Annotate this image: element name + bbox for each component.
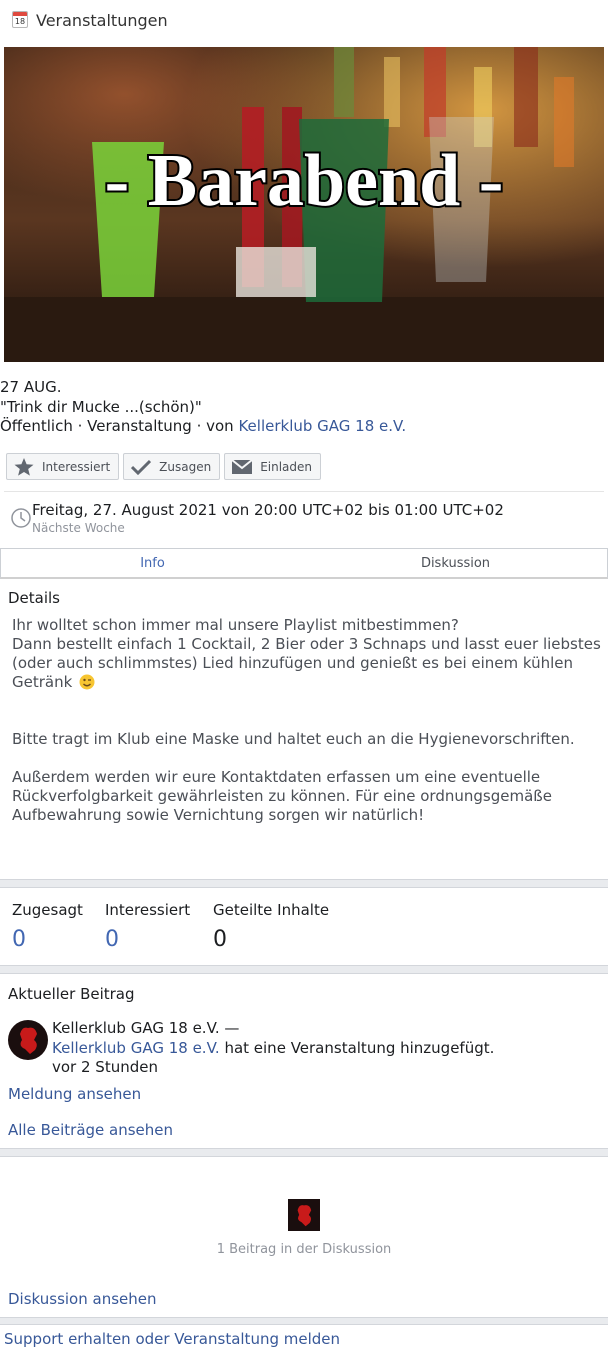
interested-button[interactable]: Interessiert [6,453,120,480]
invite-button[interactable]: Einladen [224,453,322,480]
stat-shares: Geteilte Inhalte 0 [213,901,330,952]
calendar-icon: 18 [12,11,28,28]
stat-shares-count: 0 [213,927,227,952]
event-meta-prefix: Öffentlich · Veranstaltung · von [0,417,239,435]
invite-label: Einladen [260,459,313,474]
divider [4,491,604,492]
action-bar: Interessiert Zusagen Einladen [6,453,322,481]
stat-interested[interactable]: Interessiert 0 [105,901,190,952]
avatar[interactable] [8,1020,48,1060]
checkmark-icon [131,459,152,475]
section-divider [0,1317,608,1325]
stat-interested-count: 0 [105,927,119,952]
page-title: Veranstaltungen [36,11,168,30]
post-timestamp: vor 2 Stunden [52,1058,158,1076]
going-label: Zusagen [159,459,212,474]
discussion-avatar [288,1199,320,1231]
event-datetime: Freitag, 27. August 2021 von 20:00 UTC+0… [32,501,504,519]
stat-going-count: 0 [12,927,26,952]
details-text: Ihr wolltet schon immer mal unsere Playl… [12,616,602,825]
event-meta: Öffentlich · Veranstaltung · von Kellerk… [0,417,406,435]
event-time: Freitag, 27. August 2021 von 20:00 UTC+0… [8,500,604,540]
event-relative-time: Nächste Woche [32,521,125,535]
tab-discussion[interactable]: Diskussion [304,549,607,577]
event-date: 27 AUG. [0,378,62,396]
event-cover-image: - Barabend - [4,47,604,362]
star-icon [14,457,34,476]
interested-label: Interessiert [42,459,111,474]
post-action: Kellerklub GAG 18 e.V. hat eine Veransta… [52,1039,495,1057]
recent-post-heading: Aktueller Beitrag [8,985,135,1003]
wink-emoji-icon [79,674,95,690]
details-heading: Details [8,589,61,607]
event-title: "Trink dir Mucke ...(schön)" [0,398,202,416]
clock-icon [11,508,31,528]
post-author: Kellerklub GAG 18 e.V. — [52,1019,240,1037]
support-link[interactable]: Support erhalten oder Veranstaltung meld… [4,1330,340,1348]
post-author-link[interactable]: Kellerklub GAG 18 e.V. [52,1039,220,1057]
details-paragraph: Dann bestellt einfach 1 Cocktail, 2 Bier… [12,635,601,691]
tab-bar: Info Diskussion [0,548,608,579]
section-divider [0,1148,608,1157]
view-discussion-link[interactable]: Diskussion ansehen [8,1290,157,1308]
details-paragraph: Außerdem werden wir eure Kontaktdaten er… [12,768,552,824]
view-all-posts-link[interactable]: Alle Beiträge ansehen [8,1121,173,1139]
section-divider [0,965,608,974]
section-divider [0,879,608,888]
discussion-count: 1 Beitrag in der Diskussion [216,1242,392,1257]
details-paragraph: Bitte tragt im Klub eine Maske und halte… [12,730,575,748]
event-host-link[interactable]: Kellerklub GAG 18 e.V. [238,417,406,435]
view-report-link[interactable]: Meldung ansehen [8,1085,141,1103]
going-button[interactable]: Zusagen [123,453,221,480]
details-paragraph: Ihr wolltet schon immer mal unsere Playl… [12,616,459,634]
stat-going[interactable]: Zugesagt 0 [12,901,83,952]
tab-info[interactable]: Info [1,549,304,577]
envelope-icon [232,459,253,474]
banner-title: - Barabend - [105,140,504,222]
top-header: 18 Veranstaltungen [0,0,608,44]
